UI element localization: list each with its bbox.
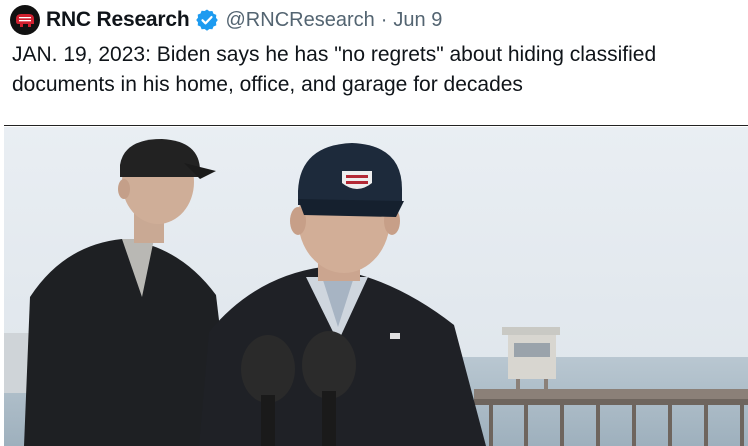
author-display-name[interactable]: RNC Research (46, 8, 190, 32)
tweet[interactable]: RNC Research @RNCResearch · Jun 9 JAN. 1… (0, 0, 748, 446)
header-separator: · (380, 8, 388, 31)
tweet-text: JAN. 19, 2023: Biden says he has "no reg… (12, 43, 657, 96)
tweet-media[interactable] (4, 127, 748, 446)
verified-badge-icon (195, 9, 218, 31)
author-handle[interactable]: @RNCResearch (226, 9, 375, 32)
tweet-date[interactable]: Jun 9 (393, 9, 442, 32)
left-building (4, 333, 30, 393)
media-photo (4, 127, 748, 446)
divider (4, 125, 748, 126)
gop-elephant-icon (16, 14, 34, 27)
tweet-header: RNC Research @RNCResearch · Jun 9 (10, 3, 442, 37)
avatar[interactable] (10, 5, 40, 35)
